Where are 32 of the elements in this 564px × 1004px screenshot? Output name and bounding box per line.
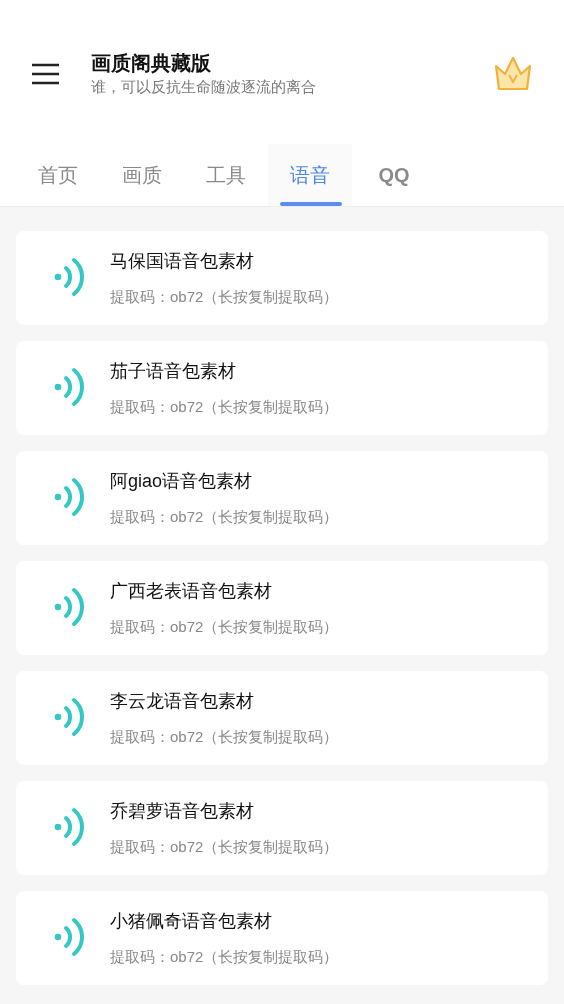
- voice-pack-card[interactable]: 马保国语音包素材 提取码：ob72（长按复制提取码）: [16, 231, 548, 325]
- extraction-code: 提取码：ob72（长按复制提取码）: [110, 507, 339, 527]
- voice-pack-card[interactable]: 茄子语音包素材 提取码：ob72（长按复制提取码）: [16, 341, 548, 435]
- voice-pack-title: 小猪佩奇语音包素材: [110, 910, 273, 933]
- menu-icon[interactable]: [32, 63, 59, 85]
- extraction-code: 提取码：ob72（长按复制提取码）: [110, 837, 339, 857]
- sound-wave-icon: [54, 587, 86, 629]
- extraction-code: 提取码：ob72（长按复制提取码）: [110, 617, 339, 637]
- app-subtitle: 谁，可以反抗生命随波逐流的离合: [91, 77, 317, 97]
- voice-pack-card[interactable]: 阿giao语音包素材 提取码：ob72（长按复制提取码）: [16, 451, 548, 545]
- voice-pack-title: 茄子语音包素材: [110, 360, 237, 383]
- voice-pack-title: 李云龙语音包素材: [110, 690, 255, 713]
- voice-pack-card[interactable]: 广西老表语音包素材 提取码：ob72（长按复制提取码）: [16, 561, 548, 655]
- sound-wave-icon: [54, 697, 86, 739]
- voice-pack-title: 乔碧萝语音包素材: [110, 800, 255, 823]
- voice-pack-title: 马保国语音包素材: [110, 250, 255, 273]
- voice-pack-title: 阿giao语音包素材: [110, 470, 254, 493]
- extraction-code: 提取码：ob72（长按复制提取码）: [110, 287, 339, 307]
- extraction-code: 提取码：ob72（长按复制提取码）: [110, 947, 339, 967]
- app-title: 画质阁典藏版: [91, 51, 212, 76]
- sound-wave-icon: [54, 477, 86, 519]
- tab[interactable]: 工具: [184, 144, 268, 206]
- extraction-code: 提取码：ob72（长按复制提取码）: [110, 397, 339, 417]
- voice-pack-card[interactable]: 小猪佩奇语音包素材 提取码：ob72（长按复制提取码）: [16, 891, 548, 985]
- sound-wave-icon: [54, 807, 86, 849]
- extraction-code: 提取码：ob72（长按复制提取码）: [110, 727, 339, 747]
- sound-wave-icon: [54, 917, 86, 959]
- voice-pack-card[interactable]: 乔碧萝语音包素材 提取码：ob72（长按复制提取码）: [16, 781, 548, 875]
- voice-pack-title: 广西老表语音包素材: [110, 580, 273, 603]
- sound-wave-icon: [54, 257, 86, 299]
- sound-wave-icon: [54, 367, 86, 409]
- voice-pack-card[interactable]: 李云龙语音包素材 提取码：ob72（长按复制提取码）: [16, 671, 548, 765]
